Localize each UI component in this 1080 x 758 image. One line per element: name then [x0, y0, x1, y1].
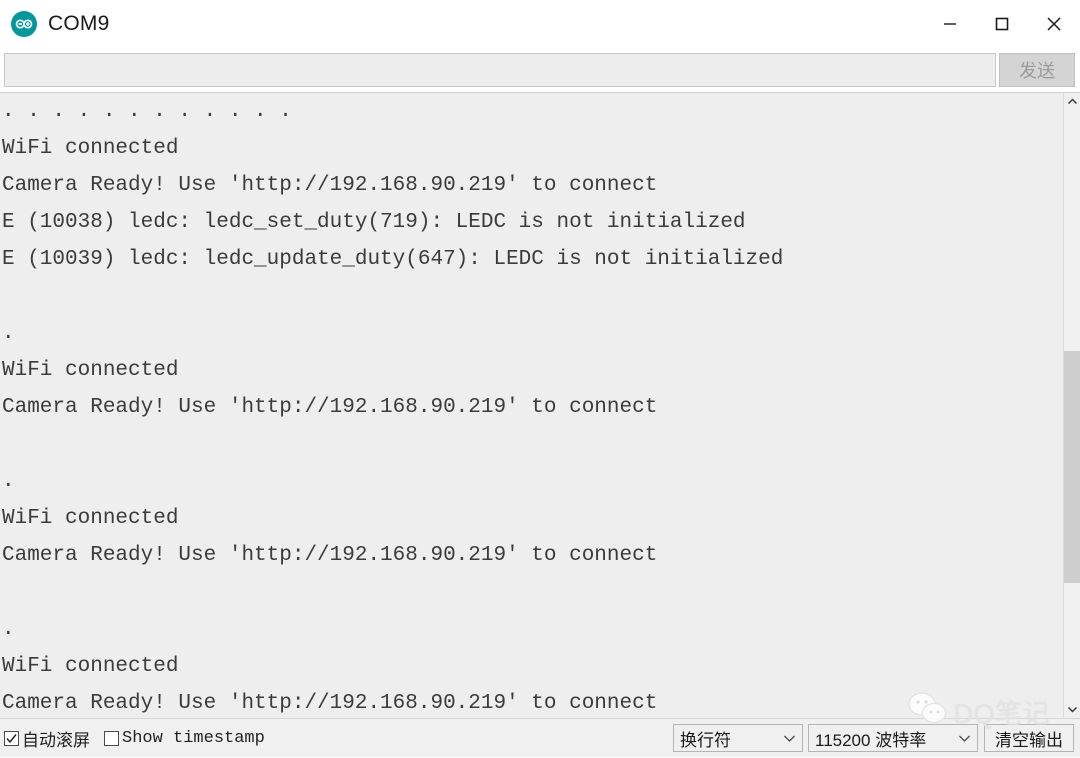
- timestamp-label: Show timestamp: [122, 728, 265, 748]
- autoscroll-checkbox[interactable]: [4, 730, 19, 746]
- line-ending-select[interactable]: 换行符: [673, 724, 803, 752]
- minimize-icon: [944, 23, 956, 25]
- window-controls: [924, 0, 1080, 48]
- chevron-down-icon: [958, 728, 971, 748]
- close-button[interactable]: [1028, 0, 1080, 48]
- scroll-down-button[interactable]: [1064, 701, 1080, 718]
- clear-output-button[interactable]: 清空输出: [984, 724, 1074, 752]
- timestamp-checkbox-group[interactable]: Show timestamp: [104, 729, 265, 748]
- console-line: E (10039) ledc: ledc_update_duty(647): L…: [2, 248, 784, 271]
- console-line: Camera Ready! Use 'http://192.168.90.219…: [2, 396, 658, 419]
- console-line: Camera Ready! Use 'http://192.168.90.219…: [2, 544, 658, 567]
- console-line: .: [2, 470, 15, 493]
- timestamp-checkbox[interactable]: [104, 730, 119, 746]
- send-button[interactable]: 发送: [999, 53, 1075, 87]
- autoscroll-checkbox-group[interactable]: 自动滚屏: [4, 726, 98, 751]
- check-icon: [6, 733, 17, 743]
- chevron-down-icon: [1067, 706, 1077, 713]
- status-bar: 自动滚屏 Show timestamp 换行符 115200 波特率 清空输出: [0, 718, 1080, 757]
- console-line: WiFi connected: [2, 359, 179, 382]
- close-icon: [1047, 17, 1061, 31]
- chevron-up-icon: [1067, 98, 1077, 105]
- console-scrollbar[interactable]: [1063, 93, 1080, 718]
- chevron-down-icon: [783, 728, 796, 748]
- scroll-up-button[interactable]: [1064, 93, 1080, 110]
- console-line: . . . . . . . . . . . .: [2, 100, 292, 123]
- console-line: .: [2, 618, 15, 641]
- console-line: E (10038) ledc: ledc_set_duty(719): LEDC…: [2, 211, 746, 234]
- console-line: .: [2, 322, 15, 345]
- title-bar: COM9: [0, 0, 1080, 48]
- console-line: WiFi connected: [2, 137, 179, 160]
- maximize-button[interactable]: [976, 0, 1028, 48]
- console-line: WiFi connected: [2, 507, 179, 530]
- send-input[interactable]: [4, 53, 996, 87]
- scrollbar-thumb[interactable]: [1064, 351, 1080, 583]
- console-output[interactable]: . . . . . . . . . . . . WiFi connected Cam…: [0, 93, 1063, 718]
- console-line: Camera Ready! Use 'http://192.168.90.219…: [2, 174, 658, 197]
- minimize-button[interactable]: [924, 0, 976, 48]
- console-area: . . . . . . . . . . . . WiFi connected Cam…: [0, 92, 1080, 718]
- console-line: Camera Ready! Use 'http://192.168.90.219…: [2, 692, 658, 715]
- baud-rate-select[interactable]: 115200 波特率: [808, 724, 978, 752]
- console-line: WiFi connected: [2, 655, 179, 678]
- window-title: COM9: [48, 12, 110, 35]
- autoscroll-label: 自动滚屏: [22, 730, 90, 750]
- maximize-icon: [995, 17, 1009, 31]
- arduino-infinity-icon: [10, 10, 38, 38]
- line-ending-value: 换行符: [680, 730, 731, 750]
- send-bar: 发送: [0, 48, 1080, 92]
- baud-rate-value: 115200 波特率: [815, 730, 927, 750]
